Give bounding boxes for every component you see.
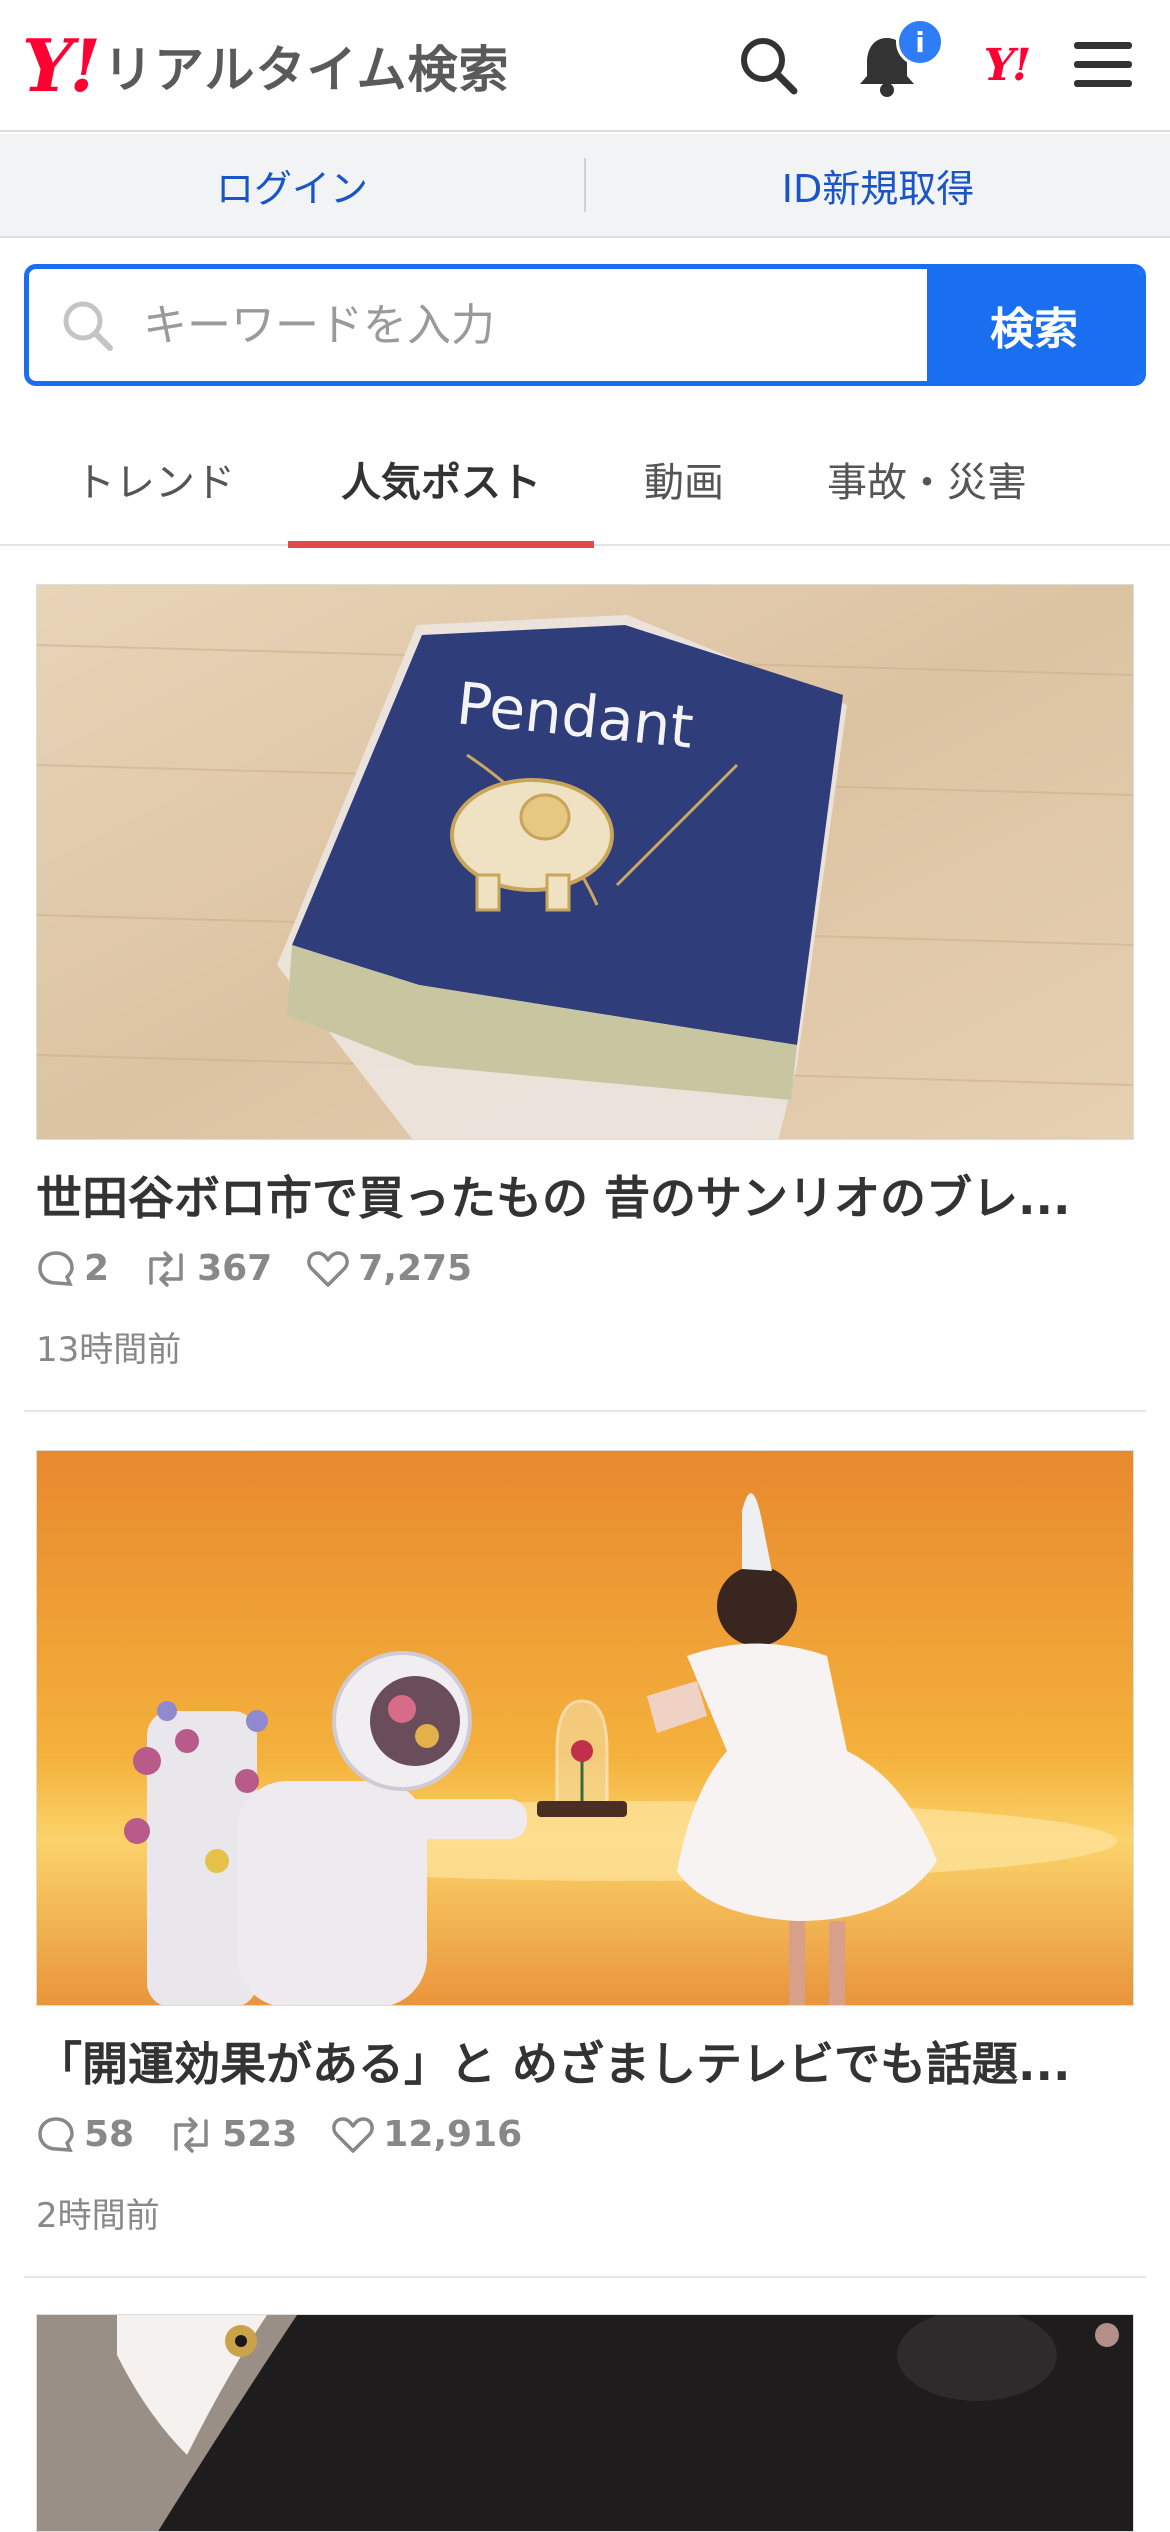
hamburger-menu-icon[interactable] — [1068, 30, 1138, 100]
post-stats: 2 367 7,275 — [36, 1248, 506, 1289]
post-time: 2時間前 — [36, 2196, 160, 2236]
reply-icon — [38, 2116, 74, 2152]
search-button[interactable]: 検索 — [927, 269, 1141, 381]
search-field[interactable] — [29, 269, 927, 381]
repost-count[interactable]: 523 — [168, 2114, 297, 2155]
tab-accident-disaster[interactable]: 事故・災害 — [800, 412, 1054, 546]
search-field-icon — [63, 301, 113, 351]
reply-count[interactable]: 2 — [36, 1248, 109, 1289]
logo-title: リアルタイム検索 — [103, 41, 510, 99]
post-card[interactable]: 「開運効果がある」と めざましテレビでも話題... 58 523 12,916 … — [24, 1450, 1146, 2280]
yahoo-logo-mark: Y! — [22, 23, 101, 108]
repost-icon — [149, 1250, 183, 1287]
like-count[interactable]: 12,916 — [331, 2114, 522, 2155]
post-image-astronaut[interactable] — [36, 1450, 1134, 2006]
like-count-value: 12,916 — [383, 2114, 523, 2155]
card-divider — [24, 1410, 1146, 1412]
tab-video[interactable]: 動画 — [610, 412, 758, 546]
card-divider — [24, 2276, 1146, 2278]
category-tabs: トレンド 人気ポスト 動画 事故・災害 — [0, 412, 1170, 548]
yahoo-japan-icon[interactable]: Y! — [966, 30, 1046, 100]
post-time: 13時間前 — [36, 1330, 182, 1370]
post-stats: 58 523 12,916 — [36, 2114, 556, 2155]
yahoo-mark: Y! — [983, 39, 1032, 91]
post-image-cat[interactable] — [36, 2314, 1134, 2532]
reply-count[interactable]: 58 — [36, 2114, 134, 2155]
search-input[interactable] — [143, 299, 923, 351]
heart-icon — [332, 2116, 375, 2153]
app-header: Y! リアルタイム検索 i Y! — [0, 0, 1170, 132]
login-link[interactable]: ログイン — [0, 158, 584, 213]
search-box: 検索 — [24, 264, 1146, 386]
account-bar: ログイン ID新規取得 — [0, 134, 1170, 238]
heart-icon — [307, 1250, 350, 1287]
tab-popular-posts[interactable]: 人気ポスト — [288, 412, 594, 548]
notification-badge: i — [896, 18, 944, 66]
post-title[interactable]: 世田谷ボロ市で買ったもの 昔のサンリオのブレ... — [36, 1162, 1126, 1228]
reply-icon — [38, 1250, 74, 1286]
search-icon[interactable] — [733, 30, 803, 100]
post-title[interactable]: 「開運効果がある」と めざましテレビでも話題... — [36, 2028, 1126, 2094]
reply-count-value: 2 — [84, 1248, 110, 1289]
repost-count-value: 367 — [197, 1248, 273, 1289]
repost-count-value: 523 — [222, 2114, 298, 2155]
post-card[interactable] — [24, 2314, 1146, 2532]
repost-count[interactable]: 367 — [143, 1248, 272, 1289]
post-card[interactable]: Pendant 世田谷ボロ市で買ったもの 昔のサンリオのブレ... 2 367 … — [24, 584, 1146, 1414]
repost-icon — [174, 2116, 208, 2153]
post-image-pendant[interactable]: Pendant — [36, 584, 1134, 1140]
tab-trend[interactable]: トレンド — [50, 412, 260, 546]
like-count[interactable]: 7,275 — [306, 1248, 472, 1289]
reply-count-value: 58 — [84, 2114, 135, 2155]
like-count-value: 7,275 — [358, 1248, 473, 1289]
register-link[interactable]: ID新規取得 — [586, 158, 1170, 213]
yahoo-realtime-logo[interactable]: Y! リアルタイム検索 — [22, 30, 510, 102]
